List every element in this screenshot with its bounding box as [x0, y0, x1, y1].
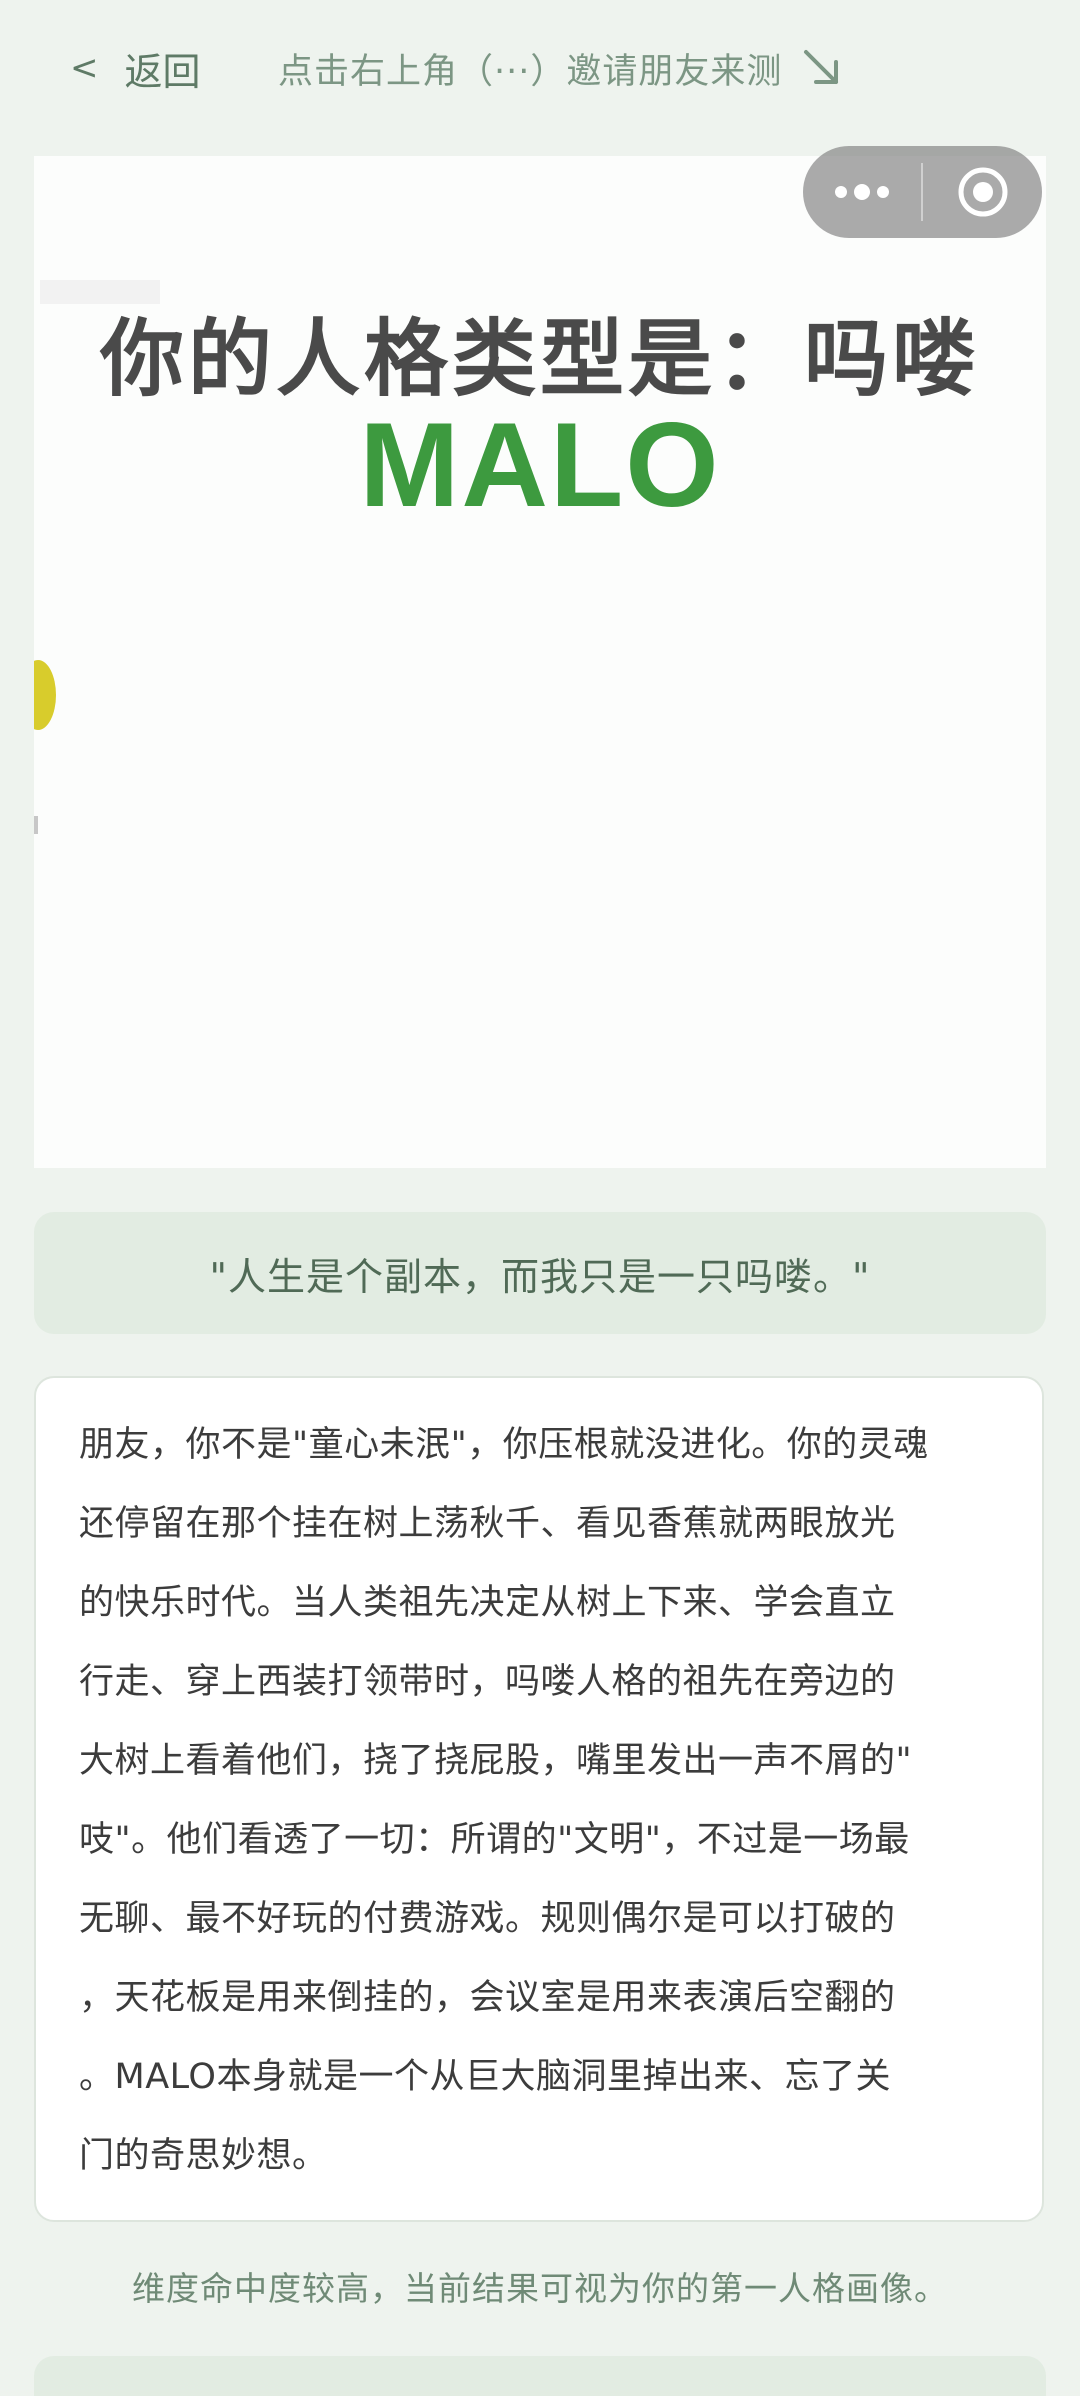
more-button[interactable] [803, 146, 921, 238]
description-line: 大树上看着他们，挠了挠屁股，嘴里发出一声不屑的" [79, 1741, 913, 1781]
description-line: 的快乐时代。当人类祖先决定从树上下来、学会直立 [79, 1583, 896, 1623]
result-image: 你的人格类型是：吗喽 MALO [34, 156, 1046, 1168]
description-line: 行走、穿上西装打领带时，吗喽人格的祖先在旁边的 [79, 1662, 896, 1702]
description-text: 朋友，你不是"童心未泯"，你压根就没进化。你的灵魂 还停留在那个挂在树上荡秋千、… [79, 1406, 979, 2196]
top-bar: < 返回 点击右上角（···）邀请朋友来测 [0, 0, 1080, 140]
description-line: 。MALO本身就是一个从巨大脑洞里掉出来、忘了关 [79, 2057, 891, 2097]
description-line: 门的奇思妙想。 [79, 2136, 328, 2176]
description-line: 无聊、最不好玩的付费游戏。规则偶尔是可以打破的 [79, 1899, 896, 1939]
quote-text: "人生是个副本，而我只是一只吗喽。" [209, 1254, 871, 1299]
back-button[interactable]: < 返回 [70, 40, 201, 96]
arrow-down-right-icon [804, 50, 839, 84]
invite-hint-text: 点击右上角（···）邀请朋友来测 [278, 51, 783, 92]
banana-fragment [34, 660, 56, 730]
description-line: 朋友，你不是"童心未泯"，你压根就没进化。你的灵魂 [79, 1425, 929, 1465]
image-fragment [34, 816, 38, 834]
description-card: 朋友，你不是"童心未泯"，你压根就没进化。你的灵魂 还停留在那个挂在树上荡秋千、… [34, 1376, 1044, 2222]
invite-hint: 点击右上角（···）邀请朋友来测 [278, 40, 844, 96]
description-line: 吱"。他们看透了一切：所谓的"文明"，不过是一场最 [79, 1820, 910, 1860]
close-button[interactable] [923, 146, 1042, 238]
target-close-icon [958, 167, 1007, 217]
description-line: ，天花板是用来倒挂的，会议室是用来表演后空翻的 [79, 1978, 896, 2018]
result-note: 维度命中度较高，当前结果可视为你的第一人格画像。 [132, 2269, 948, 2308]
back-label: 返回 [124, 49, 201, 94]
mini-program-capsule [803, 146, 1042, 238]
quote-box: "人生是个副本，而我只是一只吗喽。" [34, 1212, 1046, 1334]
description-line: 还停留在那个挂在树上荡秋千、看见香蕉就两眼放光 [79, 1504, 896, 1544]
result-type-code: MALO [359, 398, 721, 532]
chevron-left-icon: < [70, 48, 99, 88]
next-section-edge [34, 2356, 1046, 2396]
more-dots-icon [835, 184, 889, 200]
result-type-title: 你的人格类型是：吗喽 [99, 310, 980, 408]
